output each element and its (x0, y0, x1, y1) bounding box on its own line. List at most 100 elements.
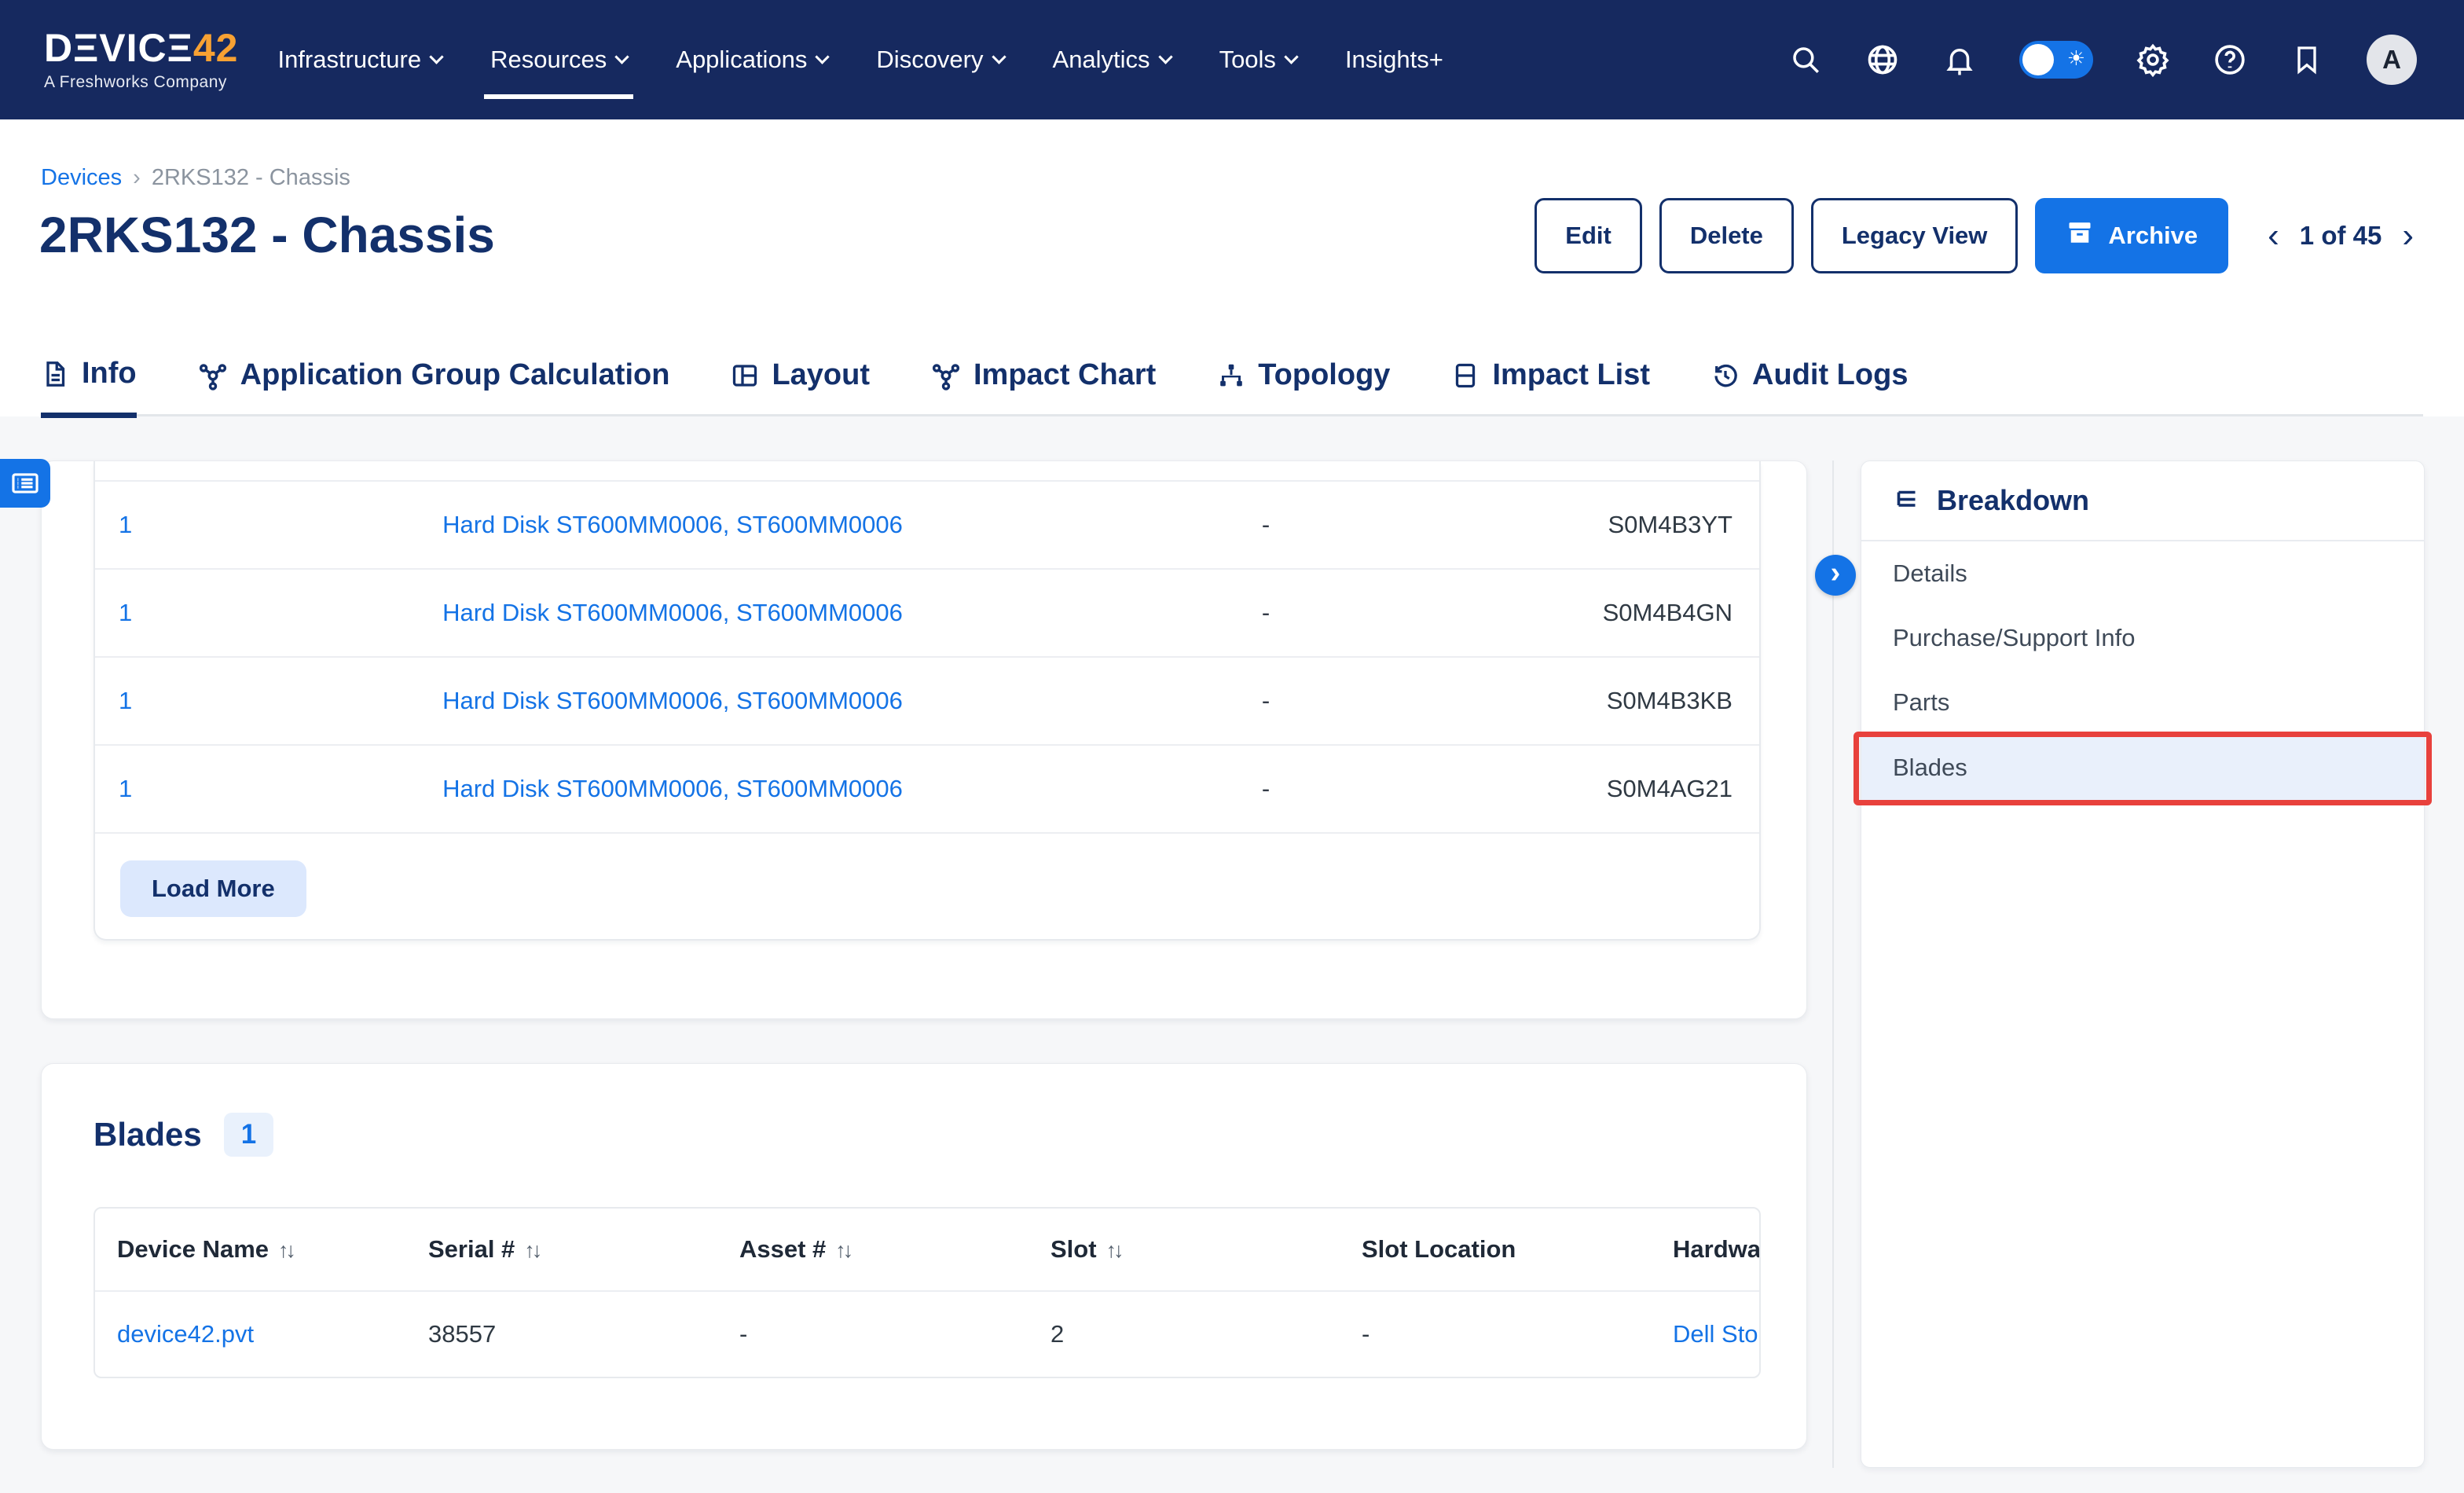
column-header-hardware: Hardware (1651, 1235, 1759, 1264)
nav-resources[interactable]: Resources (490, 46, 627, 74)
device42-logo[interactable]: DΞVICΞ42 A Freshworks Company (44, 28, 238, 92)
part-qty-link[interactable]: 1 (119, 599, 132, 626)
column-header-asset[interactable]: Asset #↑↓ (717, 1235, 1028, 1264)
table-row: 1 Hard Disk ST600MM0006, ST600MM0006 - S… (95, 744, 1759, 832)
breakdown-panel: Breakdown Details Purchase/Support Info … (1861, 460, 2425, 1468)
column-header-slot[interactable]: Slot↑↓ (1028, 1235, 1340, 1264)
breadcrumb: Devices › 2RKS132 - Chassis (41, 165, 350, 191)
nav-analytics[interactable]: Analytics (1053, 46, 1171, 74)
theme-toggle[interactable]: ☀ (2019, 41, 2093, 79)
blade-hardware-link[interactable]: Dell Stor (1673, 1320, 1759, 1348)
bookmark-icon[interactable] (2290, 42, 2324, 77)
blade-slot-location: - (1340, 1320, 1651, 1348)
delete-button[interactable]: Delete (1659, 198, 1794, 273)
help-icon[interactable] (2213, 42, 2247, 77)
topology-tree-icon (1217, 361, 1245, 390)
table-row: 1 Hard Disk ST600MM0006, ST600MM0006 - S… (95, 568, 1759, 656)
part-empty-value: - (1046, 599, 1486, 627)
tab-audit-logs[interactable]: Audit Logs (1711, 358, 1908, 414)
file-icon (41, 360, 69, 388)
breadcrumb-devices-link[interactable]: Devices (41, 165, 122, 191)
legacy-view-button[interactable]: Legacy View (1811, 198, 2018, 273)
parts-table: 1 Hard Disk ST600MM0006, ST600MM0006 - S… (94, 461, 1761, 941)
load-more-button[interactable]: Load More (120, 860, 306, 917)
breakdown-item-purchase-support[interactable]: Purchase/Support Info (1861, 606, 2424, 670)
part-qty-link[interactable]: 1 (119, 775, 132, 802)
tab-application-group-calculation[interactable]: Application Group Calculation (198, 358, 670, 414)
parts-card: 1 Hard Disk ST600MM0006, ST600MM0006 - S… (41, 460, 1807, 1019)
sort-icon[interactable]: ↑↓ (278, 1238, 293, 1262)
blades-count-badge: 1 (224, 1113, 273, 1157)
chevron-right-icon: › (1831, 556, 1841, 590)
pager-label: 1 of 45 (2300, 221, 2382, 251)
column-header-device-name[interactable]: Device Name↑↓ (95, 1235, 406, 1264)
nav-tools[interactable]: Tools (1219, 46, 1296, 74)
chevron-left-icon[interactable]: ‹ (2264, 218, 2282, 253)
nav-applications[interactable]: Applications (676, 46, 827, 74)
side-list-flag-button[interactable] (0, 459, 50, 508)
tab-layout[interactable]: Layout (731, 358, 870, 414)
part-serial: S0M4B3YT (1486, 511, 1759, 539)
table-row: 1 Hard Disk ST600MM0006, ST600MM0006 - S… (95, 656, 1759, 744)
part-empty-value: - (1046, 687, 1486, 715)
nav-discovery[interactable]: Discovery (876, 46, 1003, 74)
user-avatar[interactable]: A (2367, 35, 2417, 85)
globe-icon[interactable] (1865, 42, 1900, 77)
breakdown-item-parts[interactable]: Parts (1861, 670, 2424, 735)
nav-infrastructure[interactable]: Infrastructure (277, 46, 442, 74)
edit-button[interactable]: Edit (1534, 198, 1642, 273)
molecule-icon (198, 361, 228, 391)
part-qty-link[interactable]: 1 (119, 511, 132, 538)
logo-text: DΞVICΞ (44, 26, 193, 70)
part-qty-link[interactable]: 1 (119, 687, 132, 714)
blade-device-link[interactable]: device42.pvt (117, 1320, 254, 1348)
blade-asset: - (717, 1320, 1028, 1348)
toggle-knob (2022, 44, 2054, 75)
parts-table-clipped-row (95, 461, 1759, 480)
sun-icon: ☀ (2067, 46, 2085, 71)
column-header-slot-location: Slot Location (1340, 1235, 1651, 1264)
collapse-panel-button[interactable]: › (1815, 555, 1856, 596)
history-clock-icon (1711, 361, 1740, 390)
breakdown-item-blades[interactable]: Blades (1861, 735, 2424, 801)
sort-icon[interactable]: ↑↓ (524, 1238, 539, 1262)
blades-section-header: Blades 1 (94, 1113, 1806, 1157)
tab-topology[interactable]: Topology (1217, 358, 1390, 414)
action-buttons: Edit Delete Legacy View Archive ‹ 1 of 4… (1534, 198, 2417, 273)
page: DΞVICΞ42 A Freshworks Company Infrastruc… (0, 0, 2464, 1493)
chevron-down-icon (1158, 50, 1172, 64)
archive-box-icon (2066, 218, 2094, 253)
part-name-link[interactable]: Hard Disk ST600MM0006, ST600MM0006 (442, 775, 903, 802)
part-name-link[interactable]: Hard Disk ST600MM0006, ST600MM0006 (442, 599, 903, 626)
sort-icon[interactable]: ↑↓ (1106, 1238, 1121, 1262)
blades-table-header: Device Name↑↓ Serial #↑↓ Asset #↑↓ Slot↑… (95, 1209, 1759, 1292)
notifications-bell-icon[interactable] (1942, 42, 1977, 77)
settings-gear-icon[interactable] (2136, 42, 2170, 77)
archive-button[interactable]: Archive (2035, 198, 2228, 273)
panel-divider (1832, 460, 1834, 1468)
sort-icon[interactable]: ↑↓ (835, 1238, 850, 1262)
part-name-link[interactable]: Hard Disk ST600MM0006, ST600MM0006 (442, 687, 903, 714)
column-header-serial[interactable]: Serial #↑↓ (406, 1235, 717, 1264)
search-icon[interactable] (1788, 42, 1823, 77)
chevron-down-icon (992, 50, 1006, 64)
tree-list-icon (1893, 486, 1921, 515)
breakdown-header: Breakdown (1861, 461, 2424, 541)
chevron-down-icon (816, 50, 830, 64)
page-header: Devices › 2RKS132 - Chassis 2RKS132 - Ch… (0, 119, 2464, 416)
load-more-zone: Load More (95, 832, 1759, 917)
part-empty-value: - (1046, 511, 1486, 539)
blades-table: Device Name↑↓ Serial #↑↓ Asset #↑↓ Slot↑… (94, 1207, 1761, 1378)
tab-impact-chart[interactable]: Impact Chart (931, 358, 1156, 414)
main-nav: Infrastructure Resources Applications Di… (277, 46, 1443, 74)
nav-insights[interactable]: Insights+ (1345, 46, 1443, 74)
tab-bar: Info Application Group Calculation Layou… (41, 338, 2423, 416)
blades-card: Blades 1 Device Name↑↓ Serial #↑↓ Asset … (41, 1063, 1807, 1450)
chevron-down-icon (429, 50, 443, 64)
part-empty-value: - (1046, 775, 1486, 803)
part-name-link[interactable]: Hard Disk ST600MM0006, ST600MM0006 (442, 511, 903, 538)
tab-info[interactable]: Info (41, 357, 137, 418)
breakdown-item-details[interactable]: Details (1861, 541, 2424, 606)
chevron-right-icon[interactable]: › (2399, 218, 2417, 253)
tab-impact-list[interactable]: Impact List (1451, 358, 1650, 414)
